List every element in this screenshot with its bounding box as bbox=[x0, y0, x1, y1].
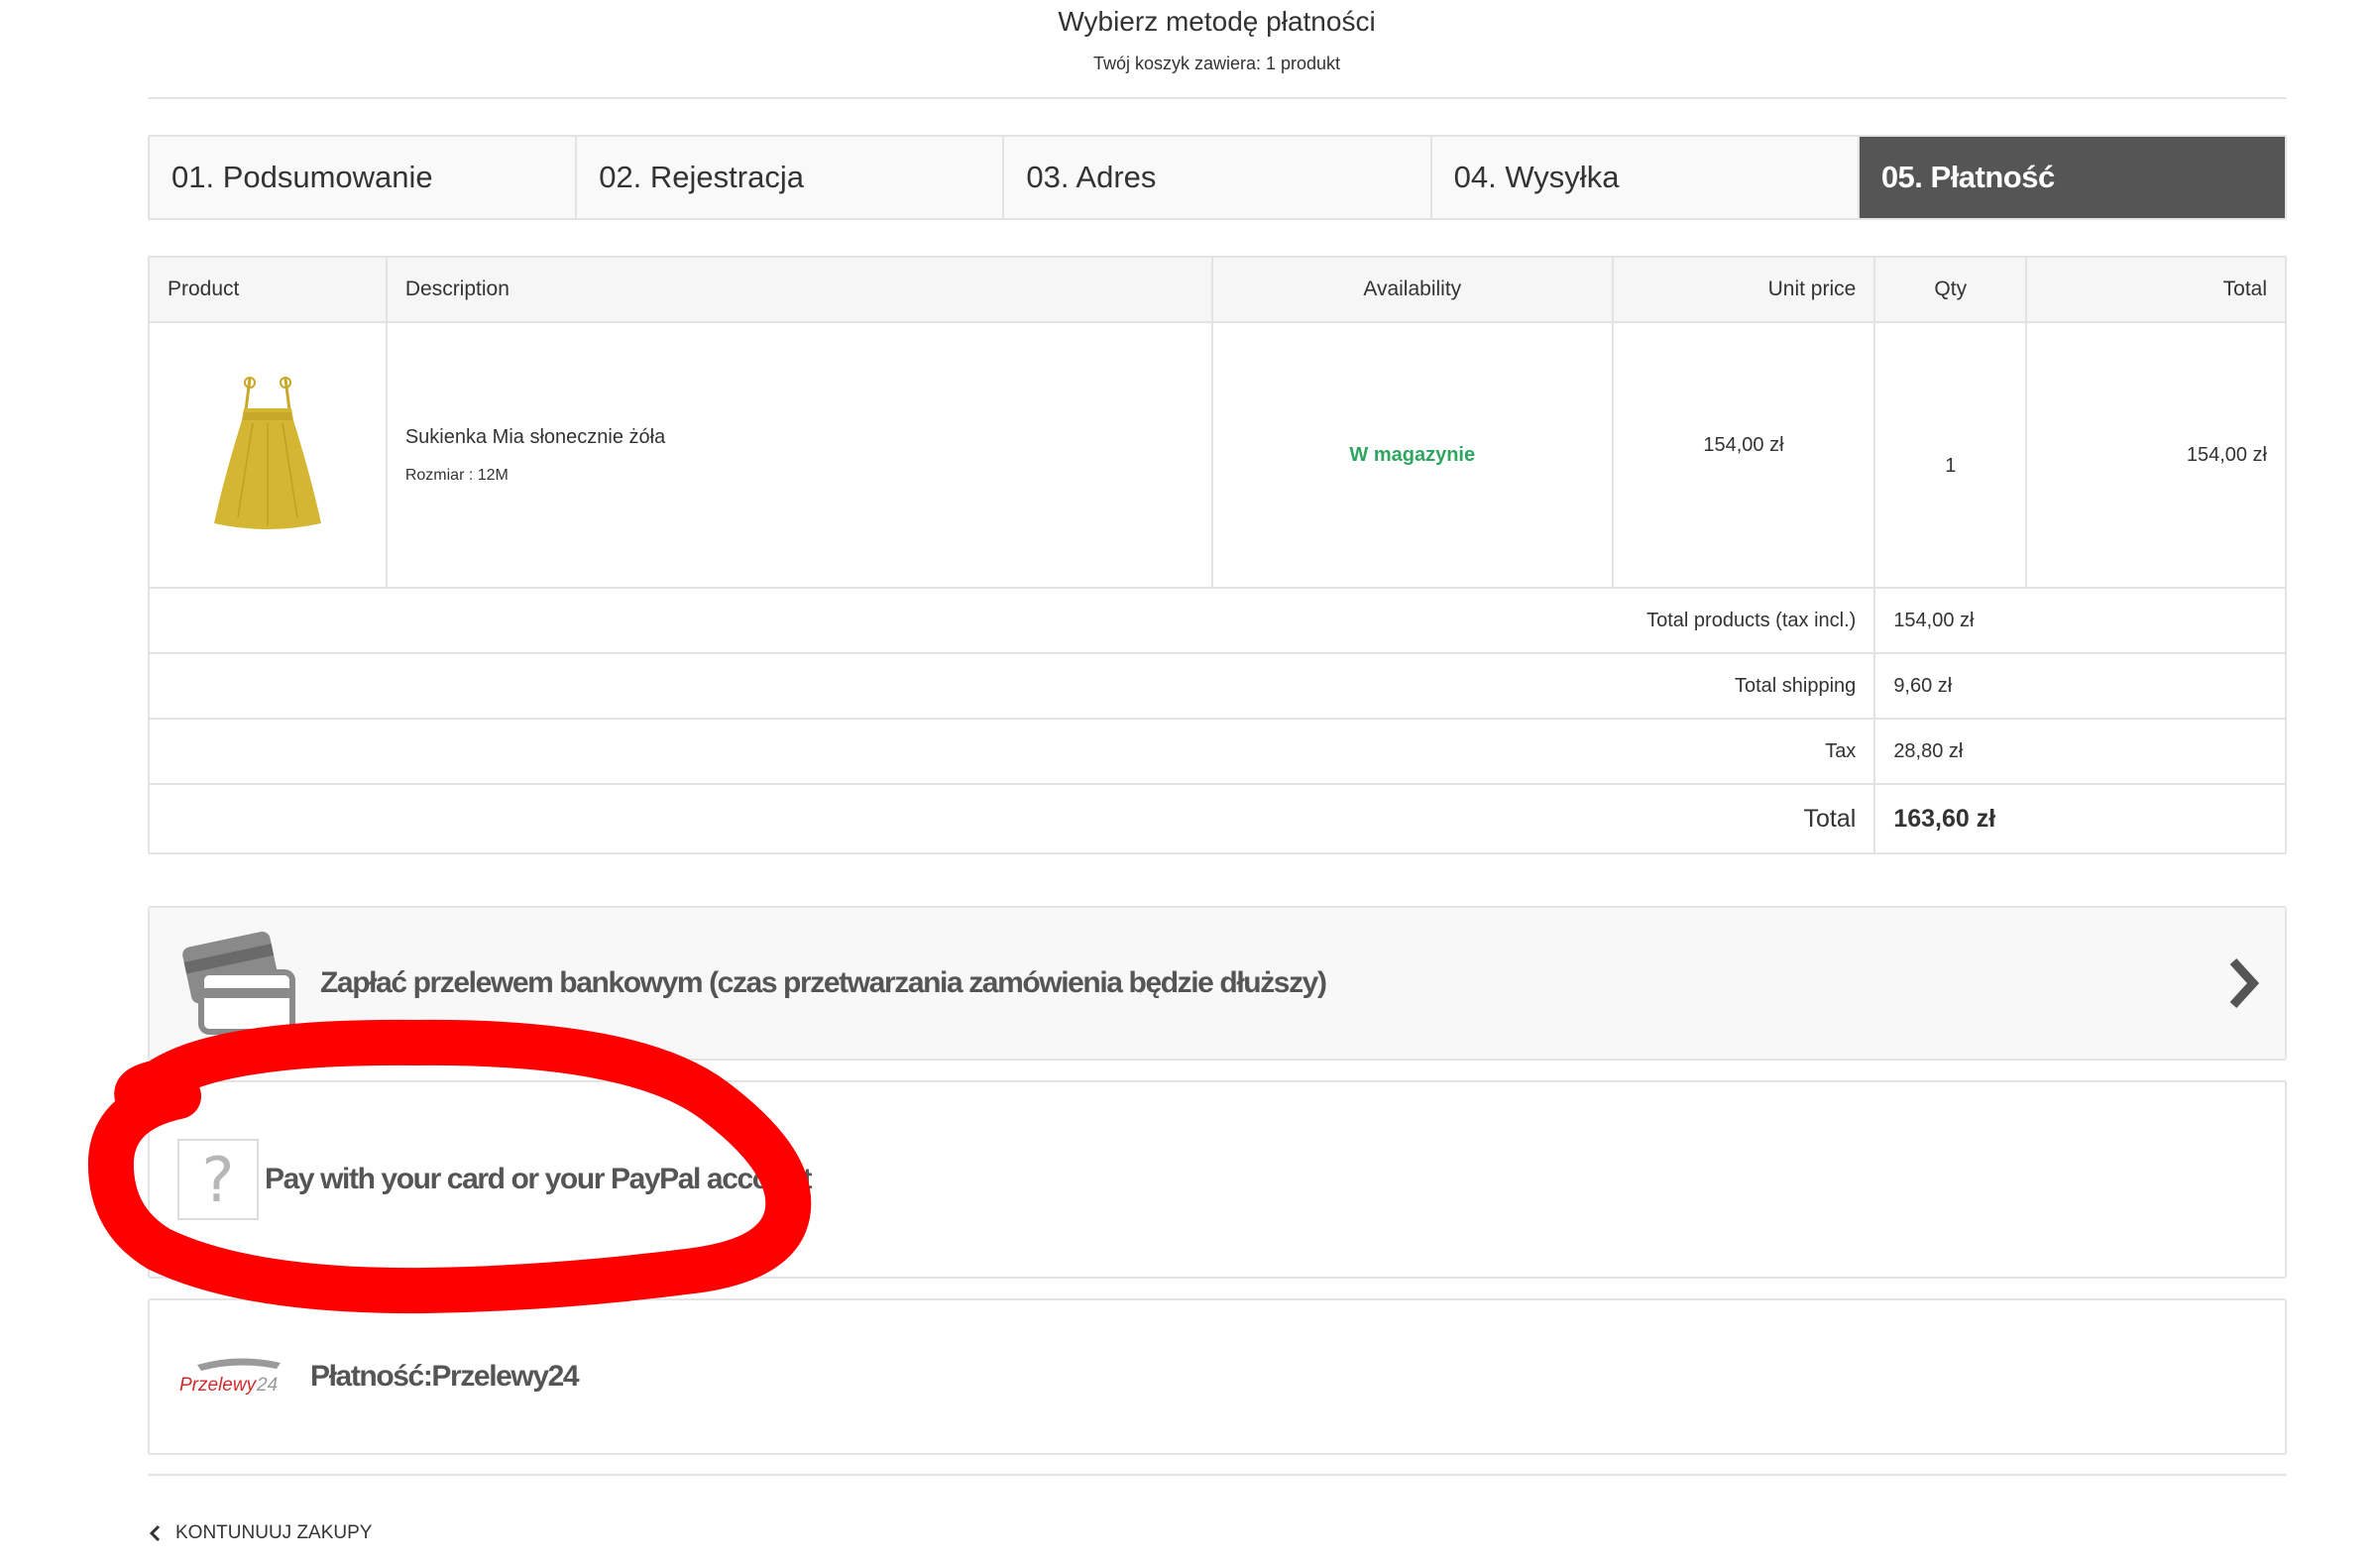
przelewy24-label: Płatność:Przelewy24 bbox=[310, 1360, 580, 1393]
continue-shopping-link[interactable]: KONTUNUUJ ZAKUPY bbox=[148, 1522, 372, 1544]
chevron-right-icon bbox=[2229, 957, 2260, 1009]
bank-card-icon bbox=[182, 931, 295, 1035]
table-row: Sukienka Mia słonecznie żóła Rozmiar : 1… bbox=[148, 321, 2287, 589]
grand-total-value: 163,60 zł bbox=[1873, 783, 2287, 854]
przelewy24-logo: Przelewy 24 bbox=[179, 1358, 281, 1396]
total-shipping-label: Total shipping bbox=[147, 652, 1876, 720]
step-address[interactable]: 03. Adres bbox=[1004, 137, 1432, 218]
summary-row-tax: Tax 28,80 zł bbox=[147, 718, 2287, 785]
product-attribute: Rozmiar : 12M bbox=[404, 466, 509, 484]
bottom-divider bbox=[148, 1474, 2287, 1476]
step-registration[interactable]: 02. Rejestracja bbox=[577, 137, 1005, 218]
tax-label: Tax bbox=[147, 718, 1876, 785]
payment-option-przelewy24[interactable]: Przelewy 24 Płatność:Przelewy24 bbox=[148, 1298, 2287, 1455]
table-header-row: Product Description Availability Unit pr… bbox=[148, 256, 2287, 323]
payment-option-paypal[interactable]: ? Pay with your card or your PayPal acco… bbox=[148, 1080, 2287, 1279]
cart-count: Twój koszyk zawiera: 1 produkt bbox=[1092, 54, 1341, 73]
product-description-cell: Sukienka Mia słonecznie żóła Rozmiar : 1… bbox=[385, 321, 1213, 589]
svg-text:Przelewy: Przelewy bbox=[179, 1375, 258, 1396]
unit-price: 154,00 zł bbox=[1611, 321, 1876, 589]
step-summary[interactable]: 01. Podsumowanie bbox=[150, 137, 578, 218]
quantity: 1 bbox=[1873, 321, 2028, 589]
payment-option-bank-transfer[interactable]: Zapłać przelewem bankowym (czas przetwar… bbox=[148, 906, 2287, 1061]
cart-table: Product Description Availability Unit pr… bbox=[147, 256, 2287, 854]
availability-status: W magazynie bbox=[1210, 321, 1614, 589]
header-total: Total bbox=[2025, 256, 2287, 323]
top-divider bbox=[148, 97, 2287, 99]
total-products-value: 154,00 zł bbox=[1873, 587, 2287, 654]
summary-row-products: Total products (tax incl.) 154,00 zł bbox=[147, 587, 2287, 654]
header-qty: Qty bbox=[1873, 256, 2028, 323]
grand-total-label: Total bbox=[147, 783, 1876, 854]
header-unit-price: Unit price bbox=[1611, 256, 1876, 323]
header-availability: Availability bbox=[1210, 256, 1614, 323]
paypal-label: Pay with your card or your PayPal accoun… bbox=[265, 1163, 813, 1195]
total-products-label: Total products (tax incl.) bbox=[147, 587, 1876, 654]
summary-row-total: Total 163,60 zł bbox=[147, 783, 2287, 854]
chevron-left-icon bbox=[149, 1524, 161, 1542]
bank-transfer-label: Zapłać przelewem bankowym (czas przetwar… bbox=[320, 966, 1327, 999]
header-product: Product bbox=[148, 256, 388, 323]
product-image-cell bbox=[148, 321, 388, 589]
missing-image-icon: ? bbox=[177, 1139, 259, 1220]
continue-shopping-label: KONTUNUUJ ZAKUPY bbox=[175, 1522, 373, 1543]
summary-row-shipping: Total shipping 9,60 zł bbox=[147, 652, 2287, 720]
product-name[interactable]: Sukienka Mia słonecznie żóła bbox=[388, 426, 1211, 449]
page-title: Wybierz metodę płatności bbox=[1058, 6, 1376, 37]
total-shipping-value: 9,60 zł bbox=[1873, 652, 2287, 720]
svg-text:24: 24 bbox=[256, 1375, 278, 1396]
step-payment: 05. Płatność bbox=[1859, 137, 2286, 218]
checkout-steps: 01. Podsumowanie 02. Rejestracja 03. Adr… bbox=[148, 135, 2287, 220]
yellow-dress-image[interactable] bbox=[208, 369, 327, 537]
header-description: Description bbox=[385, 256, 1213, 323]
tax-value: 28,80 zł bbox=[1873, 718, 2287, 785]
line-total: 154,00 zł bbox=[2025, 321, 2287, 589]
step-shipping[interactable]: 04. Wysyłka bbox=[1431, 137, 1860, 218]
